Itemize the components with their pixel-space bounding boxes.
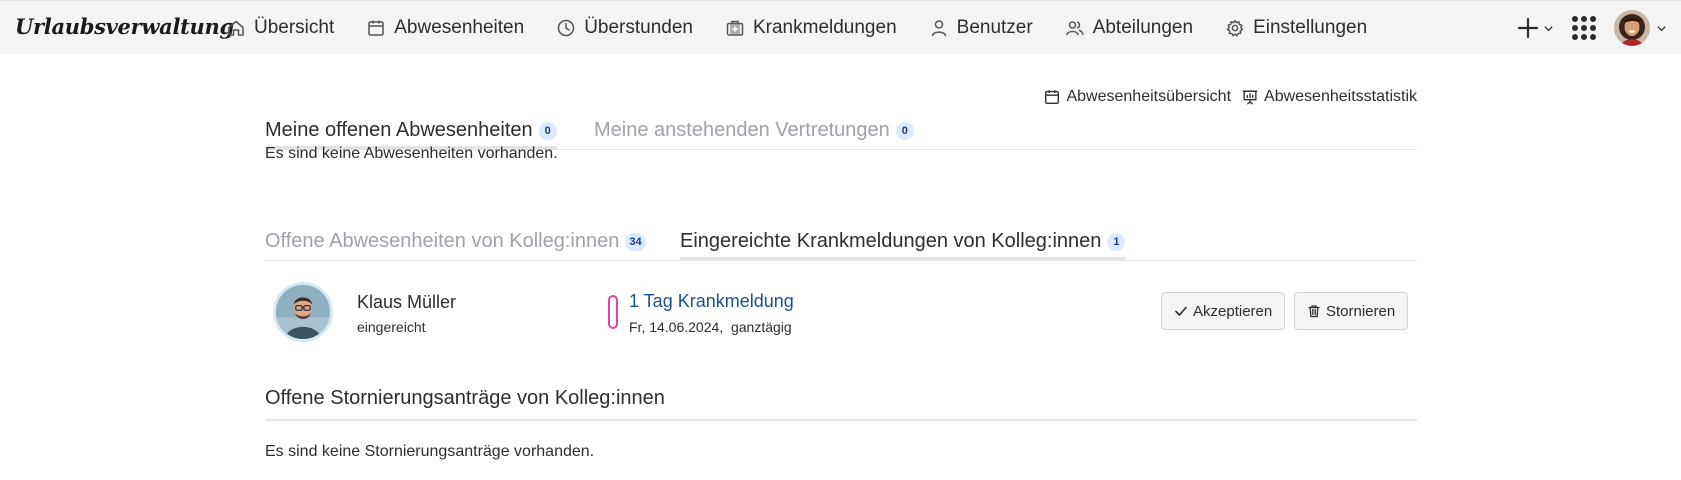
avatar <box>1614 10 1650 46</box>
calendar-icon <box>368 20 384 36</box>
medical-case-icon <box>726 20 744 36</box>
nav-item-users[interactable]: Benutzer <box>913 1 1049 55</box>
nav-item-absences[interactable]: Abwesenheiten <box>350 1 540 55</box>
nav-item-departments[interactable]: Abteilungen <box>1049 1 1209 55</box>
create-new-button[interactable] <box>1517 17 1554 39</box>
user-menu-button[interactable] <box>1614 10 1667 46</box>
tab-label: Eingereichte Krankmeldungen von Kolleg:i… <box>680 230 1102 252</box>
no-cancellations-message: Es sind keine Stornierungsanträge vorhan… <box>265 443 595 460</box>
nav-item-label: Benutzer <box>956 17 1033 38</box>
cancel-button[interactable]: Stornieren <box>1294 292 1409 330</box>
gear-icon <box>1226 19 1244 37</box>
overview-links: Abwesenheitsübersicht Abwesenheitsstatis… <box>1033 88 1417 106</box>
request-status: eingereicht <box>357 319 426 335</box>
person-name: Klaus Müller <box>357 292 457 312</box>
cancellation-section-header: Offene Stornierungsanträge von Kolleg:in… <box>265 379 1417 421</box>
nav-item-label: Übersicht <box>254 17 335 38</box>
sick-note-row: Klaus Müller eingereicht 1 Tag Krankmeld… <box>265 264 1417 352</box>
nav-item-label: Abwesenheiten <box>394 17 525 38</box>
count-badge: 34 <box>625 232 646 251</box>
sick-note-link[interactable]: 1 Tag Krankmeldung <box>629 291 794 312</box>
count-badge: 0 <box>538 121 557 140</box>
plus-icon <box>1517 17 1539 39</box>
tab-colleague-open-absences[interactable]: Offene Abwesenheiten von Kolleg:innen 34 <box>265 230 646 261</box>
button-label: Stornieren <box>1326 302 1396 320</box>
nav-actions <box>1517 1 1667 55</box>
app-logo[interactable]: Urlaubsverwaltung <box>15 14 234 39</box>
absence-statistics-link[interactable]: Abwesenheitsstatistik <box>1241 88 1417 106</box>
check-icon <box>1175 306 1187 316</box>
chevron-down-icon <box>1544 25 1553 31</box>
tab-colleague-sick-notes[interactable]: Eingereichte Krankmeldungen von Kolleg:i… <box>680 230 1126 261</box>
calendar-icon <box>1045 90 1060 104</box>
sick-note-date: Fr, 14.06.2024, ganztägig <box>629 319 792 335</box>
nav-item-label: Einstellungen <box>1253 17 1368 38</box>
tab-label: Offene Abwesenheiten von Kolleg:innen <box>265 230 620 252</box>
link-label: Abwesenheitsstatistik <box>1264 88 1417 105</box>
main-nav: Übersicht Abwesenheiten Überstunden Kran… <box>226 1 1383 55</box>
top-navigation: Urlaubsverwaltung Übersicht Abwesenheite… <box>0 0 1681 54</box>
accept-button[interactable]: Akzeptieren <box>1161 292 1286 330</box>
nav-item-sick-notes[interactable]: Krankmeldungen <box>709 1 913 55</box>
tab-my-upcoming-substitutions[interactable]: Meine anstehenden Vertretungen 0 <box>594 119 914 150</box>
nav-item-settings[interactable]: Einstellungen <box>1209 1 1383 55</box>
person-photo <box>273 282 333 342</box>
users-icon <box>1065 21 1084 36</box>
nav-item-label: Überstunden <box>584 17 693 38</box>
tab-label: Meine offenen Abwesenheiten <box>265 119 533 141</box>
trash-icon <box>1308 305 1320 318</box>
colleague-tabs: Offene Abwesenheiten von Kolleg:innen 34… <box>265 204 1417 261</box>
link-label: Abwesenheitsübersicht <box>1066 88 1232 105</box>
button-label: Akzeptieren <box>1193 302 1273 320</box>
tab-label: Meine anstehenden Vertretungen <box>594 119 890 141</box>
chevron-down-icon <box>1657 25 1666 31</box>
count-badge: 1 <box>1107 232 1126 251</box>
absence-overview-link[interactable]: Abwesenheitsübersicht <box>1043 88 1231 106</box>
home-icon <box>228 20 244 36</box>
nav-item-label: Abteilungen <box>1092 17 1194 38</box>
presentation-chart-icon <box>1242 90 1258 105</box>
app-switcher-icon[interactable] <box>1572 16 1596 40</box>
nav-item-overtime[interactable]: Überstunden <box>540 1 709 55</box>
clock-icon <box>557 19 575 37</box>
no-absences-message: Es sind keine Abwesenheiten vorhanden. <box>265 145 558 162</box>
sick-note-type-marker <box>608 295 618 329</box>
nav-item-overview[interactable]: Übersicht <box>226 1 350 55</box>
user-icon <box>931 20 946 37</box>
nav-item-label: Krankmeldungen <box>752 17 897 38</box>
section-title: Offene Stornierungsanträge von Kolleg:in… <box>265 387 665 409</box>
count-badge: 0 <box>895 121 914 140</box>
